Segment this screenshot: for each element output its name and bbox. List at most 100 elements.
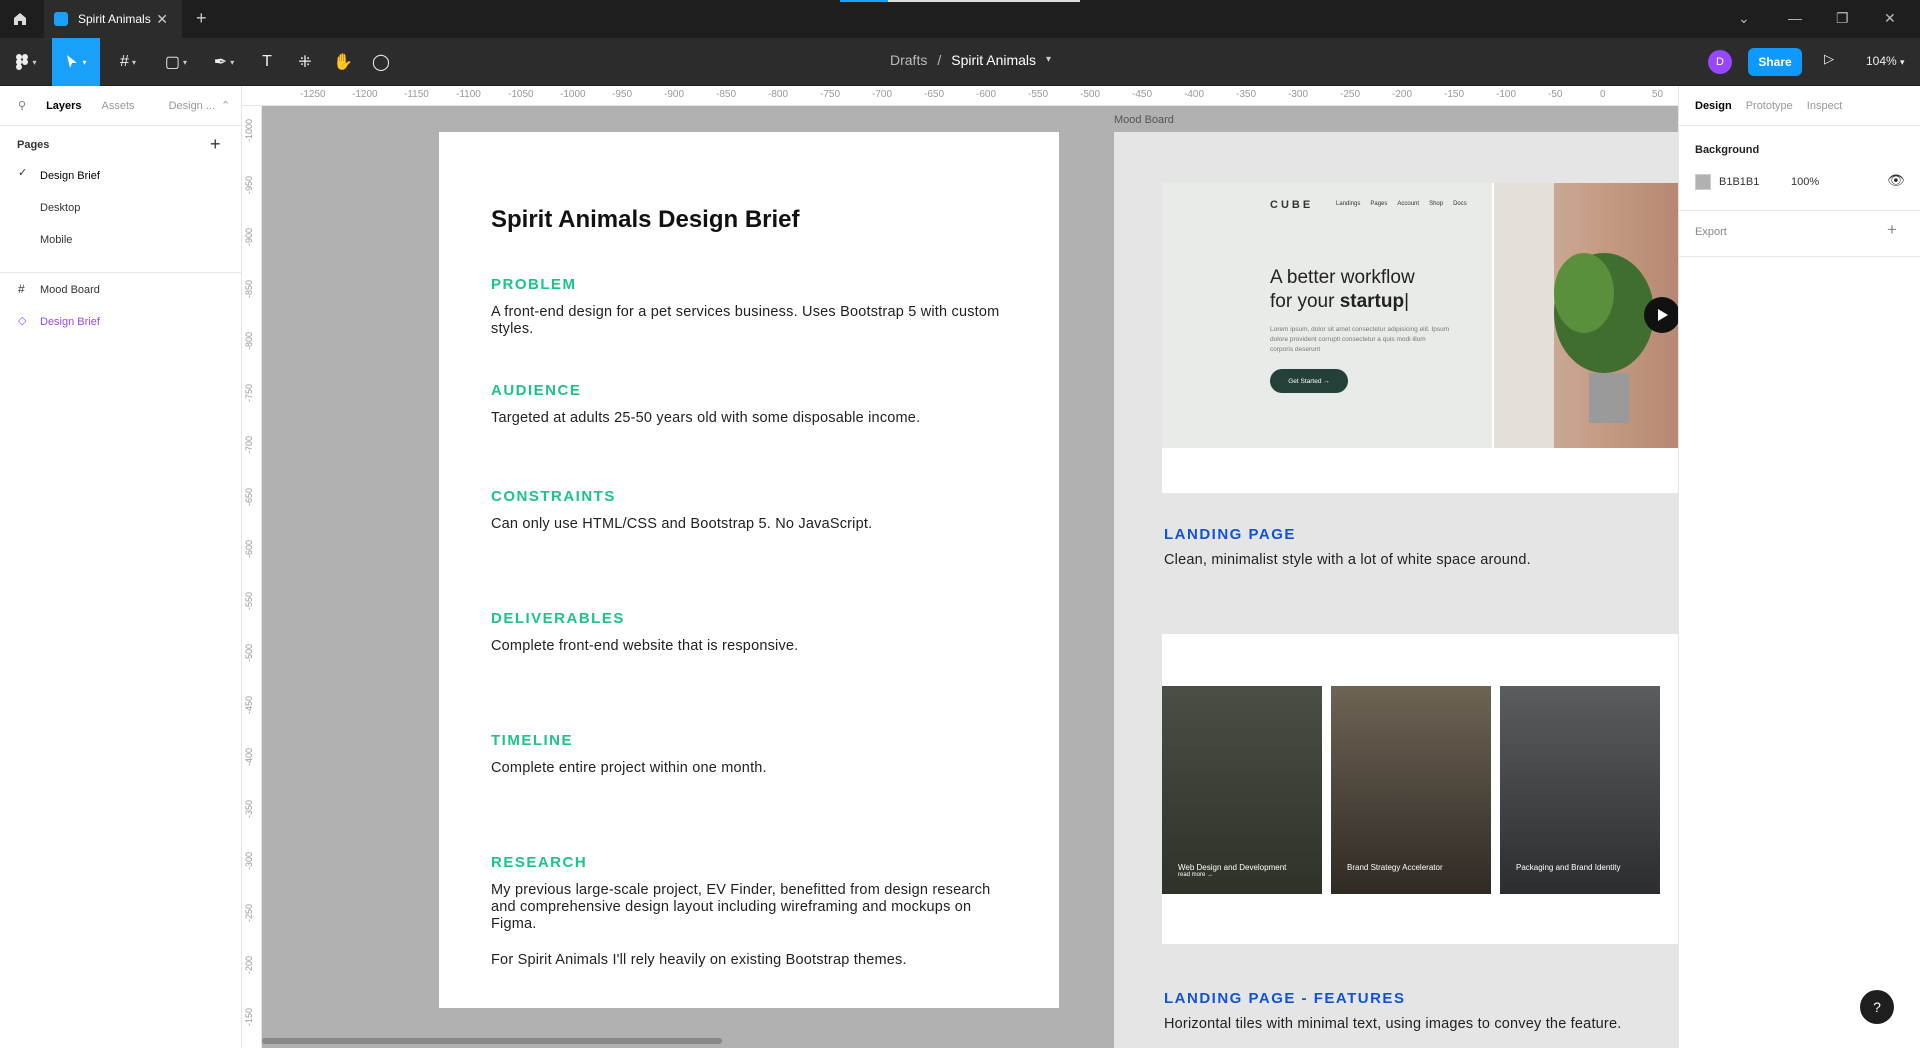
ruler-tick: -1150 bbox=[404, 89, 429, 100]
chevron-down-icon[interactable]: ⌄ bbox=[1738, 10, 1750, 27]
cube-nav-item: Shop bbox=[1429, 201, 1444, 207]
mood-board-frame[interactable]: CUBE Landings Pages Account Shop Docs A … bbox=[1114, 132, 1678, 1048]
add-page-icon[interactable]: + bbox=[210, 134, 221, 155]
breadcrumb: Drafts / Spirit Animals ▾ bbox=[890, 52, 1051, 68]
cube-lorem: Lorem ipsum, dolor sit amet consectetur … bbox=[1270, 326, 1450, 353]
file-tab[interactable]: Spirit Animals ✕ bbox=[44, 0, 182, 38]
mood-board-label[interactable]: Mood Board bbox=[1114, 114, 1174, 126]
restore-icon[interactable]: ❐ bbox=[1836, 10, 1849, 27]
comment-tool-icon[interactable]: ◯ bbox=[366, 38, 396, 86]
ruler-tick: -800 bbox=[768, 89, 789, 100]
shape-tool-icon[interactable]: ▢ ▾ bbox=[156, 38, 196, 86]
plant-image bbox=[1494, 183, 1678, 448]
add-export-icon[interactable]: + bbox=[1887, 220, 1897, 240]
share-button[interactable]: Share bbox=[1748, 48, 1802, 76]
eye-icon[interactable]: 👁 bbox=[1887, 172, 1905, 189]
ruler-tick: -150 bbox=[1444, 89, 1465, 100]
research-heading: RESEARCH bbox=[491, 854, 588, 871]
ruler-tick: -900 bbox=[244, 227, 254, 246]
cube-nav-item: Landings bbox=[1336, 201, 1361, 207]
tab-prototype[interactable]: Prototype bbox=[1746, 100, 1793, 112]
timeline-heading: TIMELINE bbox=[491, 732, 573, 749]
search-icon[interactable]: ⚲ bbox=[18, 99, 26, 112]
new-tab-icon[interactable]: + bbox=[196, 8, 207, 29]
page-item-desktop[interactable]: Desktop bbox=[40, 202, 80, 214]
ruler-tick: -500 bbox=[244, 643, 254, 662]
component-icon: ◇ bbox=[18, 315, 27, 327]
frame-tool-icon[interactable]: # ▾ bbox=[108, 38, 148, 86]
zoom-dropdown[interactable]: 104% ▾ bbox=[1866, 54, 1905, 68]
tab-design[interactable]: Design bbox=[1695, 100, 1732, 112]
cube-nav-item: Account bbox=[1397, 201, 1420, 207]
ruler-tick: -600 bbox=[976, 89, 997, 100]
tab-layers[interactable]: Layers bbox=[46, 100, 81, 112]
page-item-mobile[interactable]: Mobile bbox=[40, 234, 72, 246]
chevron-up-icon[interactable]: ⌃ bbox=[221, 99, 230, 112]
background-opacity[interactable]: 100% bbox=[1791, 176, 1819, 188]
landing-page-heading: LANDING PAGE bbox=[1164, 526, 1296, 543]
present-icon[interactable]: ▷ bbox=[1824, 51, 1834, 67]
tab-bar: Spirit Animals ✕ + ⌄ — ❐ ✕ bbox=[0, 0, 1920, 38]
ruler-tick: -550 bbox=[244, 591, 254, 610]
features-screenshot: Web Design and Development Brand Strateg… bbox=[1162, 634, 1678, 944]
resources-icon[interactable]: ⁜ bbox=[290, 38, 320, 86]
file-name[interactable]: Spirit Animals bbox=[951, 52, 1036, 68]
minimize-icon[interactable]: — bbox=[1788, 10, 1802, 26]
tab-assets[interactable]: Assets bbox=[102, 100, 135, 112]
features-text: Horizontal tiles with minimal text, usin… bbox=[1164, 1016, 1622, 1032]
loading-bar-progress bbox=[840, 0, 888, 2]
tab-inspect[interactable]: Inspect bbox=[1807, 100, 1842, 112]
cube-nav: Landings Pages Account Shop Docs bbox=[1336, 201, 1467, 207]
page-item-design-brief[interactable]: Design Brief bbox=[40, 170, 100, 182]
background-swatch[interactable] bbox=[1695, 174, 1711, 190]
ruler-tick: -1000 bbox=[244, 118, 254, 142]
text-tool-icon[interactable]: T bbox=[252, 38, 282, 86]
cube-headline: A better workflow bbox=[1270, 267, 1415, 288]
ruler-tick: -50 bbox=[1548, 89, 1563, 100]
constraints-text: Can only use HTML/CSS and Bootstrap 5. N… bbox=[491, 516, 873, 532]
chevron-down-icon[interactable]: ▾ bbox=[1046, 54, 1051, 68]
close-window-icon[interactable]: ✕ bbox=[1884, 10, 1896, 27]
ruler-tick: -700 bbox=[244, 435, 254, 454]
breadcrumb-drafts[interactable]: Drafts bbox=[890, 52, 927, 68]
ruler-tick: -750 bbox=[820, 89, 841, 100]
horizontal-scrollbar[interactable] bbox=[262, 1038, 722, 1044]
ruler-tick: -550 bbox=[1028, 89, 1049, 100]
feature-tile: Brand Strategy Accelerator bbox=[1331, 686, 1491, 894]
layer-mood-board[interactable]: Mood Board bbox=[40, 284, 100, 296]
ruler-tick: -750 bbox=[244, 383, 254, 402]
close-tab-icon[interactable]: ✕ bbox=[156, 11, 168, 28]
help-button[interactable]: ? bbox=[1860, 990, 1894, 1024]
design-brief-frame[interactable]: Spirit Animals Design Brief PROBLEM A fr… bbox=[439, 132, 1059, 1008]
ruler-tick: -300 bbox=[244, 851, 254, 870]
ruler-tick: -400 bbox=[244, 747, 254, 766]
page-dropdown[interactable]: Design ... bbox=[169, 100, 215, 112]
constraints-heading: CONSTRAINTS bbox=[491, 488, 616, 505]
cube-nav-item: Docs bbox=[1453, 201, 1467, 207]
deliverables-text: Complete front-end website that is respo… bbox=[491, 638, 799, 654]
ruler-tick: -700 bbox=[872, 89, 893, 100]
ruler-tick: -950 bbox=[244, 175, 254, 194]
tile-label: Web Design and Development bbox=[1178, 863, 1287, 872]
ruler-tick: -450 bbox=[1132, 89, 1153, 100]
ruler-tick: -1050 bbox=[508, 89, 534, 100]
export-title: Export bbox=[1695, 226, 1727, 238]
landing-page-text: Clean, minimalist style with a lot of wh… bbox=[1164, 552, 1531, 568]
move-tool-icon[interactable]: ▾ bbox=[52, 38, 100, 86]
ruler-tick: -250 bbox=[1340, 89, 1361, 100]
right-panel-tabs: Design Prototype Inspect bbox=[1679, 86, 1920, 126]
breadcrumb-separator: / bbox=[937, 52, 942, 68]
horizontal-ruler: -1250 -1200 -1150 -1100 -1050 -1000 -950 -900 -8… bbox=[242, 86, 1678, 106]
hand-tool-icon[interactable]: ✋ bbox=[328, 38, 358, 86]
ruler-tick: -250 bbox=[244, 903, 254, 922]
canvas[interactable]: Spirit Animals Design Brief PROBLEM A fr… bbox=[262, 106, 1678, 1048]
divider bbox=[1679, 210, 1920, 211]
layer-design-brief[interactable]: Design Brief bbox=[40, 316, 100, 328]
ruler-tick: -1200 bbox=[352, 89, 378, 100]
pen-tool-icon[interactable]: ✒ ▾ bbox=[204, 38, 244, 86]
cube-logo: CUBE bbox=[1270, 199, 1314, 211]
avatar[interactable]: D bbox=[1708, 50, 1732, 74]
home-icon[interactable] bbox=[0, 0, 40, 38]
main-menu-icon[interactable]: ▾ bbox=[8, 38, 44, 86]
background-hex[interactable]: B1B1B1 bbox=[1719, 176, 1759, 188]
